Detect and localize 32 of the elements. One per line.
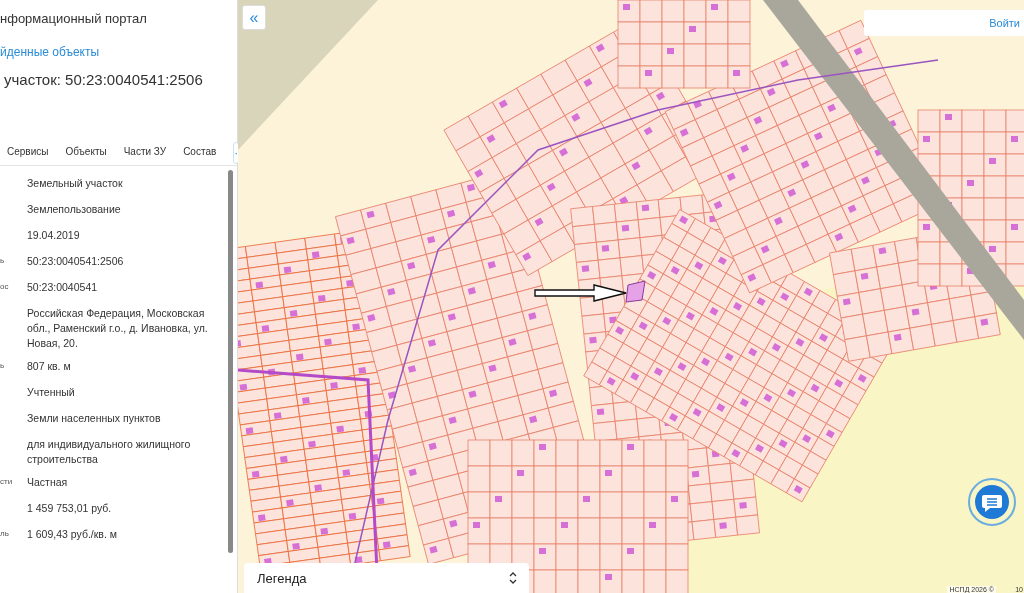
attribute-value: 807 кв. м	[27, 359, 72, 374]
login-button[interactable]: Войти	[864, 10, 1024, 36]
attribute-label: ь	[0, 360, 6, 372]
attribute-value: 50:23:0040541:2506	[27, 254, 125, 269]
breadcrumb-link[interactable]: йденные объекты	[0, 45, 237, 59]
collapse-button[interactable]: «	[242, 5, 266, 30]
attribute-value: 19.04.2019	[27, 228, 81, 243]
attribute-value: Земельный участок	[27, 176, 124, 191]
attribute-label: ль	[0, 528, 10, 540]
chat-button[interactable]	[968, 478, 1016, 526]
attribute-label: ь	[0, 255, 6, 267]
tab[interactable]: Объекты	[65, 139, 114, 166]
attribute-value: 1 459 753,01 руб.	[27, 501, 113, 516]
attribute-value: Российская Федерация, Московская обл., Раменский г.о., д. Ивановка, ул. Новая, 20.	[27, 306, 209, 351]
attribute-value: Учтенный	[27, 385, 76, 400]
attribute-value: 50:23:0040541	[27, 280, 99, 295]
attribute-value: Земли населенных пунктов	[27, 411, 162, 426]
tab[interactable]: Сервисы	[7, 139, 56, 166]
parcel-heading: участок: 50:23:0040541:2506	[4, 71, 204, 88]
scrollbar-thumb[interactable]	[228, 170, 233, 553]
portal-title: нформационный портал	[0, 10, 148, 28]
legend-select[interactable]: Легенда	[244, 563, 529, 593]
attribute-value: Частная	[27, 475, 69, 490]
tab[interactable]: Состав	[183, 139, 224, 166]
attribute-label: ос	[0, 281, 10, 293]
chevron-icon	[509, 572, 517, 584]
attribute-value: для индивидуального жилищного строительства	[27, 437, 192, 467]
attribute-label: сти	[0, 476, 14, 488]
chat-icon	[975, 485, 1009, 519]
attribute-value: 1 609,43 руб./кв. м	[27, 527, 118, 542]
tab[interactable]: Части ЗУ	[123, 139, 174, 166]
attribute-value: Землепользование	[27, 202, 122, 217]
